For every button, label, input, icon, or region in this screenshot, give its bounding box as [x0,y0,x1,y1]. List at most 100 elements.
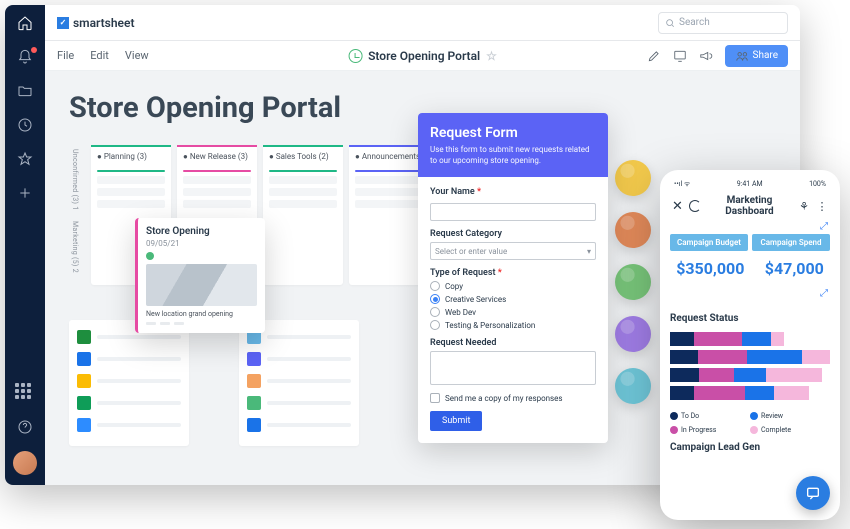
nav-rail [5,5,45,485]
brand-name: smartsheet [73,16,135,30]
collaborator-avatar[interactable] [615,160,651,196]
card-status-dot [146,252,154,260]
leadgen-title: Campaign Lead Gen [670,442,830,453]
attachment-row[interactable] [247,350,351,368]
chart-bar-row [670,368,830,382]
thumb-col-1 [69,320,189,446]
send-copy-checkbox[interactable]: Send me a copy of my responses [430,393,596,403]
kanban-lane[interactable]: ● Announcements [349,145,429,285]
submit-button[interactable]: Submit [430,411,482,431]
favorite-star-icon[interactable]: ☆ [486,49,497,63]
app-launcher-icon[interactable] [15,383,35,403]
radio-testing-personalization[interactable]: Testing & Personalization [430,320,596,330]
side-tab-2[interactable]: Marketing (5) 2 [69,217,81,277]
reload-icon[interactable] [689,200,701,212]
recent-icon[interactable] [15,115,35,135]
category-select[interactable]: Select or enter value▾ [430,242,596,260]
expand-icon-2[interactable]: ⤢ [672,288,828,299]
chart-legend: To Do Review In Progress Complete [670,412,830,434]
chat-fab[interactable] [796,476,830,510]
menubar: File Edit View Store Opening Portal ☆ Sh… [45,41,800,71]
attachment-row[interactable] [77,416,181,434]
chart-bar-row [670,386,830,400]
collaborator-avatar[interactable] [615,212,651,248]
status-section-title: Request Status [670,313,830,324]
home-icon[interactable] [15,13,35,33]
type-label: Type of Request * [430,268,596,278]
card-thumbnail [146,264,257,306]
kpi-spend: $47,000 [765,259,824,278]
collaborator-avatar[interactable] [615,316,651,352]
needed-label: Request Needed [430,338,596,348]
people-icon[interactable]: ⚘ [798,200,810,212]
attachment-row[interactable] [77,350,181,368]
form-subtitle: Use this form to submit new requests rel… [430,145,596,167]
dashboard-title: Marketing Dashboard [707,195,792,217]
attachment-row[interactable] [247,416,351,434]
search-input[interactable]: Search [658,12,788,34]
chart-bar-row [670,332,830,346]
pill-spend[interactable]: Campaign Spend [752,234,830,251]
add-icon[interactable] [15,183,35,203]
card-preview[interactable]: Store Opening 09/05/21 New location gran… [135,218,265,333]
phone-status-bar: ••ıl ᯤ9:41 AM100% [670,180,830,189]
chevron-down-icon: ▾ [587,247,591,256]
name-input[interactable] [430,203,596,221]
edit-icon[interactable] [647,49,661,63]
legend-item: Complete [750,426,814,434]
form-header: Request Form Use this form to submit new… [418,113,608,177]
more-icon[interactable]: ⋮ [816,200,828,212]
attachment-row[interactable] [247,394,351,412]
document-title-text: Store Opening Portal [368,49,480,63]
help-icon[interactable] [15,417,35,437]
doc-actions: Share [647,45,788,67]
status-bar-chart [670,332,830,400]
close-icon[interactable]: ✕ [672,199,683,214]
announce-icon[interactable] [699,49,713,63]
pill-budget[interactable]: Campaign Budget [670,234,748,251]
card-meta [146,322,257,325]
notifications-icon[interactable] [15,47,35,67]
legend-item: Review [750,412,814,420]
kanban-lane[interactable]: ● Sales Tools (2) [263,145,343,285]
document-title: Store Opening Portal ☆ [348,49,497,63]
category-label: Request Category [430,229,596,239]
side-tab-1[interactable]: Unconfirmed (3) 1 [69,145,81,215]
share-button[interactable]: Share [725,45,788,67]
search-placeholder: Search [679,17,710,28]
brand-logo[interactable]: ✓smartsheet [57,16,135,30]
user-avatar[interactable] [13,451,37,475]
radio-web-dev[interactable]: Web Dev [430,307,596,317]
card-date: 09/05/21 [146,239,257,248]
search-icon [665,18,675,28]
collaborator-avatars [615,160,651,404]
thumb-col-2 [239,320,359,446]
form-title: Request Form [430,125,596,141]
request-form: Request Form Use this form to submit new… [418,113,608,443]
kpi-budget: $350,000 [676,259,744,278]
attachment-row[interactable] [247,372,351,390]
present-icon[interactable] [673,49,687,63]
menu-view[interactable]: View [125,49,149,62]
status-clock-icon [348,49,362,63]
needed-textarea[interactable] [430,351,596,385]
menu-file[interactable]: File [57,49,74,62]
mobile-preview: ••ıl ᯤ9:41 AM100% ✕ Marketing Dashboard … [660,170,840,520]
menu-edit[interactable]: Edit [90,49,109,62]
card-description: New location grand opening [146,310,257,318]
legend-item: To Do [670,412,734,420]
folder-icon[interactable] [15,81,35,101]
collaborator-avatar[interactable] [615,368,651,404]
favorites-icon[interactable] [15,149,35,169]
radio-creative-services[interactable]: Creative Services [430,294,596,304]
collaborator-avatar[interactable] [615,264,651,300]
attachment-row[interactable] [77,372,181,390]
name-label: Your Name * [430,187,596,197]
chart-bar-row [670,350,830,364]
topbar: ✓smartsheet Search [45,5,800,41]
expand-icon[interactable]: ⤢ [672,221,828,232]
attachment-row[interactable] [77,394,181,412]
radio-copy[interactable]: Copy [430,281,596,291]
card-title: Store Opening [146,226,257,237]
legend-item: In Progress [670,426,734,434]
